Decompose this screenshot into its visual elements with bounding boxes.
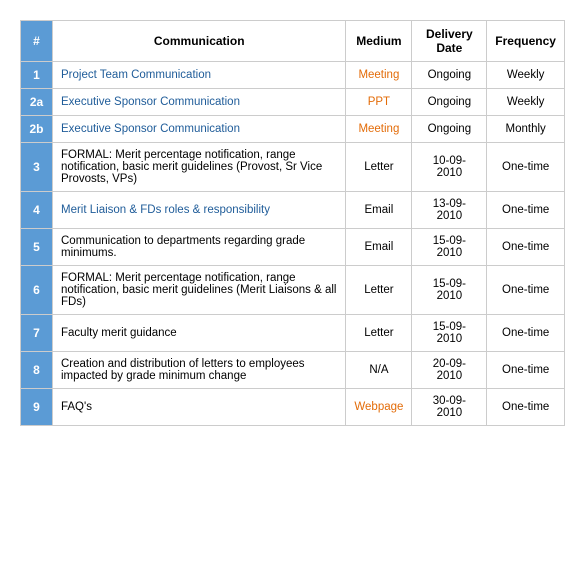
row-frequency: One-time bbox=[487, 266, 565, 315]
row-delivery-date: Ongoing bbox=[412, 62, 487, 89]
table-row: 3FORMAL: Merit percentage notification, … bbox=[21, 143, 565, 192]
communication-plan-table: # Communication Medium Delivery Date Fre… bbox=[20, 20, 565, 426]
row-communication: Executive Sponsor Communication bbox=[53, 89, 346, 116]
row-delivery-date: Ongoing bbox=[412, 116, 487, 143]
table-row: 5Communication to departments regarding … bbox=[21, 229, 565, 266]
row-frequency: One-time bbox=[487, 389, 565, 426]
row-frequency: One-time bbox=[487, 352, 565, 389]
row-medium: Letter bbox=[346, 143, 412, 192]
row-delivery-date: 15-09-2010 bbox=[412, 266, 487, 315]
row-communication: FORMAL: Merit percentage notification, r… bbox=[53, 266, 346, 315]
row-number: 7 bbox=[21, 315, 53, 352]
row-delivery-date: 20-09-2010 bbox=[412, 352, 487, 389]
row-communication: Communication to departments regarding g… bbox=[53, 229, 346, 266]
row-number: 6 bbox=[21, 266, 53, 315]
row-frequency: One-time bbox=[487, 192, 565, 229]
row-frequency: One-time bbox=[487, 315, 565, 352]
row-delivery-date: 15-09-2010 bbox=[412, 229, 487, 266]
table-row: 4Merit Liaison & FDs roles & responsibil… bbox=[21, 192, 565, 229]
row-communication: Merit Liaison & FDs roles & responsibili… bbox=[53, 192, 346, 229]
row-number: 2b bbox=[21, 116, 53, 143]
row-medium: Email bbox=[346, 192, 412, 229]
col-header-hash: # bbox=[21, 21, 53, 62]
row-communication: Creation and distribution of letters to … bbox=[53, 352, 346, 389]
row-medium: Email bbox=[346, 229, 412, 266]
row-delivery-date: 15-09-2010 bbox=[412, 315, 487, 352]
row-communication: FORMAL: Merit percentage notification, r… bbox=[53, 143, 346, 192]
row-medium: N/A bbox=[346, 352, 412, 389]
table-row: 9FAQ'sWebpage30-09-2010One-time bbox=[21, 389, 565, 426]
table-row: 7Faculty merit guidanceLetter15-09-2010O… bbox=[21, 315, 565, 352]
row-frequency: One-time bbox=[487, 229, 565, 266]
row-delivery-date: 10-09-2010 bbox=[412, 143, 487, 192]
row-number: 8 bbox=[21, 352, 53, 389]
table-row: 2aExecutive Sponsor CommunicationPPTOngo… bbox=[21, 89, 565, 116]
row-number: 9 bbox=[21, 389, 53, 426]
row-delivery-date: Ongoing bbox=[412, 89, 487, 116]
col-header-medium: Medium bbox=[346, 21, 412, 62]
table-row: 8Creation and distribution of letters to… bbox=[21, 352, 565, 389]
row-medium: Meeting bbox=[346, 116, 412, 143]
row-medium: Letter bbox=[346, 266, 412, 315]
row-frequency: Monthly bbox=[487, 116, 565, 143]
row-medium: Meeting bbox=[346, 62, 412, 89]
col-header-delivery-date: Delivery Date bbox=[412, 21, 487, 62]
row-frequency: One-time bbox=[487, 143, 565, 192]
table-row: 2bExecutive Sponsor CommunicationMeeting… bbox=[21, 116, 565, 143]
row-delivery-date: 13-09-2010 bbox=[412, 192, 487, 229]
row-delivery-date: 30-09-2010 bbox=[412, 389, 487, 426]
row-number: 1 bbox=[21, 62, 53, 89]
row-communication: Project Team Communication bbox=[53, 62, 346, 89]
row-communication: Faculty merit guidance bbox=[53, 315, 346, 352]
col-header-communication: Communication bbox=[53, 21, 346, 62]
row-number: 4 bbox=[21, 192, 53, 229]
row-communication: Executive Sponsor Communication bbox=[53, 116, 346, 143]
table-row: 6FORMAL: Merit percentage notification, … bbox=[21, 266, 565, 315]
row-communication: FAQ's bbox=[53, 389, 346, 426]
row-number: 5 bbox=[21, 229, 53, 266]
row-medium: Webpage bbox=[346, 389, 412, 426]
row-frequency: Weekly bbox=[487, 89, 565, 116]
row-number: 3 bbox=[21, 143, 53, 192]
table-row: 1Project Team CommunicationMeetingOngoin… bbox=[21, 62, 565, 89]
row-frequency: Weekly bbox=[487, 62, 565, 89]
row-number: 2a bbox=[21, 89, 53, 116]
row-medium: PPT bbox=[346, 89, 412, 116]
row-medium: Letter bbox=[346, 315, 412, 352]
col-header-frequency: Frequency bbox=[487, 21, 565, 62]
